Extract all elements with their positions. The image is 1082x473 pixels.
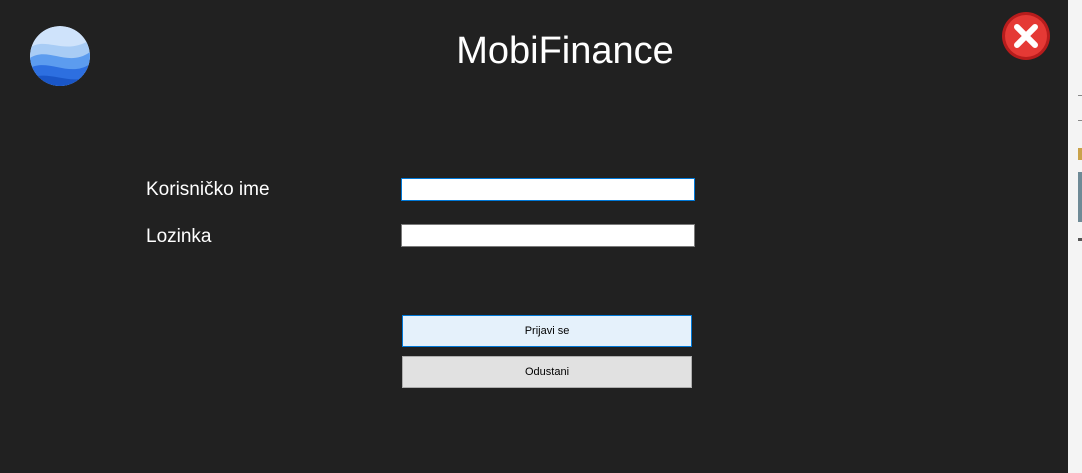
password-input[interactable]: [401, 224, 695, 247]
edge-fragment: [1078, 95, 1082, 96]
edge-fragment: [1078, 148, 1082, 160]
cancel-button[interactable]: Odustani: [402, 356, 692, 388]
login-window: MobiFinance Korisničko ime Lozinka Prija…: [0, 0, 1068, 473]
globe-logo-icon: [30, 26, 90, 86]
username-input[interactable]: [401, 178, 695, 201]
background-window-edge: [1068, 0, 1082, 473]
close-icon: [1002, 12, 1050, 60]
username-label: Korisničko ime: [146, 179, 270, 200]
login-button[interactable]: Prijavi se: [402, 315, 692, 347]
edge-fragment: [1078, 120, 1082, 121]
edge-fragment: [1078, 172, 1082, 222]
close-button[interactable]: [1001, 11, 1051, 61]
edge-fragment: [1078, 238, 1082, 241]
app-title: MobiFinance: [456, 30, 674, 72]
password-label: Lozinka: [146, 226, 212, 247]
